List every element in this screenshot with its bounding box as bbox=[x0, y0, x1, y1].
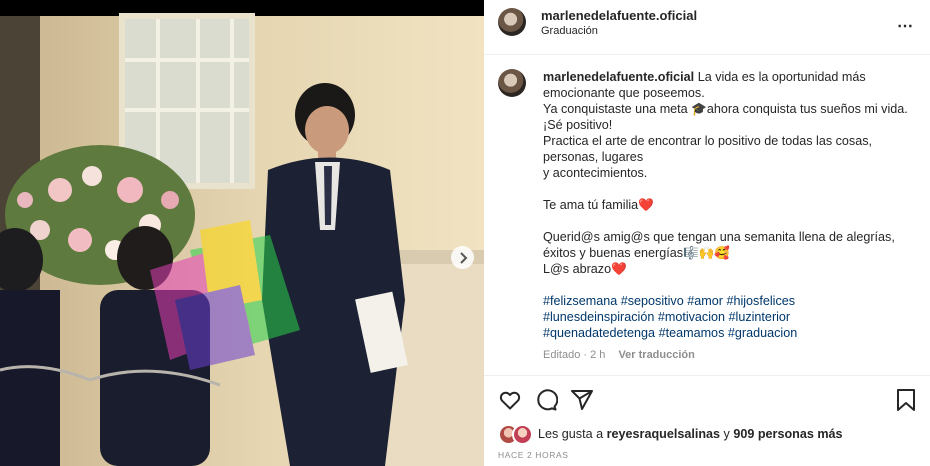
hashtag-link[interactable]: #teamamos bbox=[659, 326, 725, 340]
hashtag-link[interactable]: #felizsemana bbox=[543, 294, 617, 308]
caption-line: Te ama tú familia❤️ bbox=[543, 198, 654, 212]
hashtag-row: #lunesdeinspiración #motivacion #luzinte… bbox=[543, 309, 915, 325]
hashtag-link[interactable]: #quenadatedetenga bbox=[543, 326, 655, 340]
chevron-right-icon bbox=[459, 251, 467, 264]
see-translation-button[interactable]: Ver traducción bbox=[618, 349, 694, 361]
more-options-icon[interactable]: ⋯ bbox=[897, 16, 914, 36]
caption-username[interactable]: marlenedelafuente.oficial bbox=[543, 70, 694, 84]
hashtag-link[interactable]: #hijosfelices bbox=[726, 294, 795, 308]
hashtag-link[interactable]: #graduacion bbox=[728, 326, 797, 340]
caption-meta: Editado · 2 h Ver traducción bbox=[543, 349, 695, 361]
comment-icon[interactable] bbox=[534, 388, 558, 412]
liker-username[interactable]: reyesraquelsalinas bbox=[607, 427, 720, 441]
post-header: marlenedelafuente.oficial Graduación ⋯ bbox=[484, 0, 930, 55]
hashtag-row: #felizsemana #sepositivo #amor #hijosfel… bbox=[543, 293, 915, 309]
caption-line: ¡Sé positivo! bbox=[543, 118, 613, 132]
hashtag-link[interactable]: #motivacion bbox=[658, 310, 725, 324]
caption-section: marlenedelafuente.oficial La vida es la … bbox=[484, 54, 930, 374]
hashtag-link[interactable]: #amor bbox=[687, 294, 723, 308]
heart-icon[interactable] bbox=[498, 388, 522, 412]
likes-text: Les gusta a reyesraquelsalinas y 909 per… bbox=[538, 427, 843, 441]
caption-line: éxitos y buenas energías🎼🙌🥰 bbox=[543, 246, 731, 260]
likes-count[interactable]: 909 personas más bbox=[733, 427, 842, 441]
post-details-panel: marlenedelafuente.oficial Graduación ⋯ m… bbox=[484, 0, 930, 466]
caption-line: L@s abrazo❤️ bbox=[543, 262, 627, 276]
caption-avatar[interactable] bbox=[498, 69, 526, 97]
graduation-photo bbox=[0, 0, 484, 466]
caption-line: Querid@s amig@s que tengan una semanita … bbox=[543, 230, 895, 244]
hashtag-link[interactable]: #luzinterior bbox=[729, 310, 791, 324]
caption-line: personas, lugares bbox=[543, 150, 644, 164]
hashtag-row: #quenadatedetenga #teamamos #graduacion bbox=[543, 325, 915, 341]
hashtags: #felizsemana #sepositivo #amor #hijosfel… bbox=[543, 293, 915, 341]
next-photo-button[interactable] bbox=[451, 246, 474, 269]
hashtag-link[interactable]: #lunesdeinspiración bbox=[543, 310, 654, 324]
caption-text: marlenedelafuente.oficial La vida es la … bbox=[543, 69, 915, 341]
post-location[interactable]: Graduación bbox=[541, 25, 598, 37]
caption-line: Practica el arte de encontrar lo positiv… bbox=[543, 134, 873, 148]
avatar[interactable] bbox=[498, 8, 526, 36]
post-timestamp[interactable]: HACE 2 HORAS bbox=[498, 450, 569, 460]
edited-label: Editado · 2 h bbox=[543, 349, 606, 361]
caption-line: marlenedelafuente.oficial La vida es la … bbox=[543, 69, 915, 85]
action-bar bbox=[484, 375, 930, 426]
caption-line: Ya conquistaste una meta 🎓ahora conquist… bbox=[543, 102, 908, 116]
share-icon[interactable] bbox=[570, 388, 594, 412]
post-photo bbox=[0, 0, 484, 466]
liker-avatar[interactable] bbox=[512, 423, 533, 445]
caption-line-text: La vida es la oportunidad más bbox=[697, 70, 866, 84]
post-username[interactable]: marlenedelafuente.oficial bbox=[541, 8, 697, 23]
caption-line: y acontecimientos. bbox=[543, 166, 648, 180]
caption-line: emocionante que poseemos. bbox=[543, 86, 705, 100]
likes-prefix: Les gusta a bbox=[538, 427, 604, 441]
bookmark-icon[interactable] bbox=[896, 388, 916, 412]
likes-connector: y bbox=[723, 427, 730, 441]
hashtag-link[interactable]: #sepositivo bbox=[621, 294, 684, 308]
likes-summary: Les gusta a reyesraquelsalinas y 909 per… bbox=[498, 423, 843, 445]
